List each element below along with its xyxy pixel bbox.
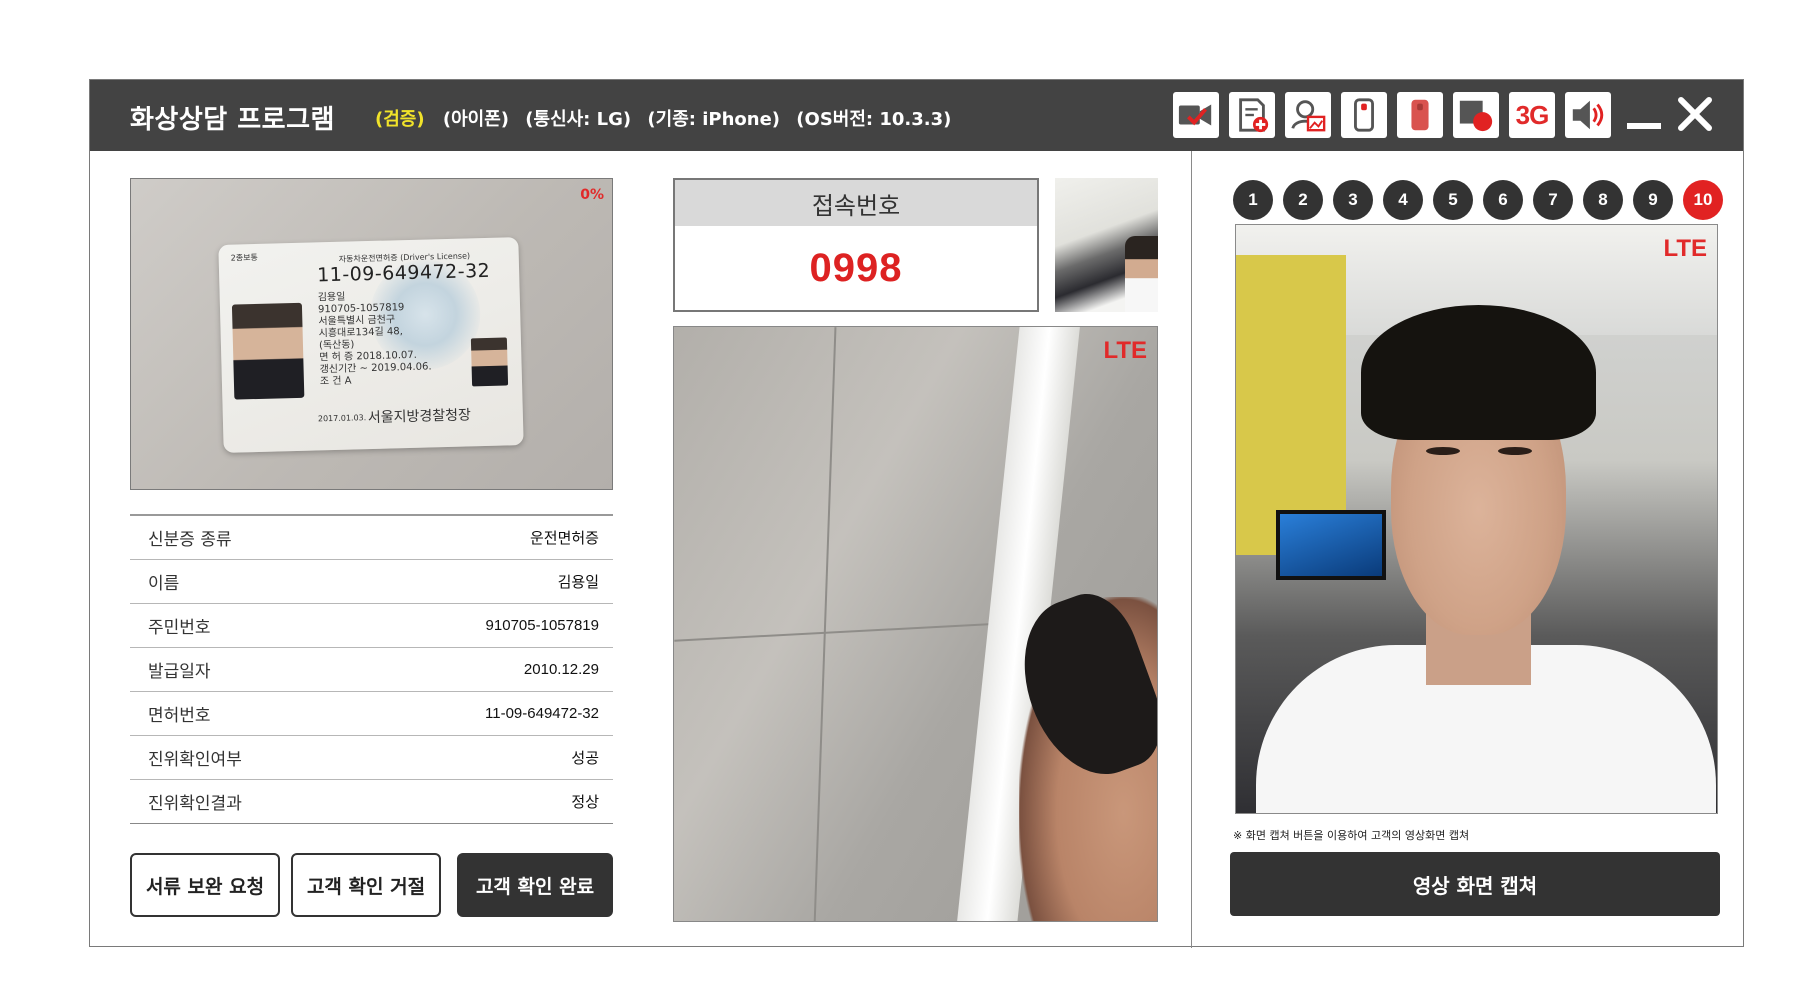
complete-customer-button[interactable]: 고객 확인 완료 [457,853,613,917]
office-monitor [1276,510,1386,580]
license-type: 2종보통 [230,252,258,263]
capture-screen-button[interactable]: 영상 화면 캡쳐 [1230,852,1720,916]
license-photo [231,302,305,400]
record-button[interactable] [1453,92,1499,138]
slot-button-2[interactable]: 2 [1283,180,1323,220]
slot-button-9[interactable]: 9 [1633,180,1673,220]
video-check-button[interactable] [1173,92,1219,138]
license-hologram-photo [470,337,509,387]
video-consult-window: 화상상담 프로그램 (검증) (아이폰) (통신사: LG) (기종: iPho… [89,79,1744,948]
info-row-id-type: 신분증 종류 운전면허증 [130,516,613,560]
info-row-verification-result: 진위확인결과 정상 [130,780,613,824]
customer-hair [1361,305,1596,440]
connection-number-box: 접속번호 0998 [673,178,1039,312]
slot-button-6[interactable]: 6 [1483,180,1523,220]
os-version-label: (OS버전: 10.3.3) [796,109,952,130]
customer-rear-camera-feed: LTE [673,326,1158,922]
slot-button-3[interactable]: 3 [1333,180,1373,220]
customer-front-camera-feed: LTE [1235,224,1718,814]
agent-image-button[interactable] [1285,92,1331,138]
driver-license-card: 2종보통 자동차운전면허증 (Driver's License) 11-09-6… [218,237,524,453]
slot-button-4[interactable]: 4 [1383,180,1423,220]
minimize-button[interactable] [1627,123,1661,129]
phone-outline-button[interactable] [1341,92,1387,138]
verify-label: (검증) [375,109,425,130]
customer-eye [1426,447,1460,455]
id-info-table: 신분증 종류 운전면허증 이름 김용일 주민번호 910705-1057819 … [130,514,613,824]
close-icon[interactable] [1675,94,1715,134]
capture-note: ※ 화면 캡쳐 버튼을 이용하여 고객의 영상화면 캡쳐 [1233,829,1470,842]
slot-button-5[interactable]: 5 [1433,180,1473,220]
model-label: (기종: iPhone) [647,109,781,130]
network-type-right: LTE [1663,235,1707,262]
agent-video-thumbnail[interactable] [1055,178,1158,312]
connection-number-label: 접속번호 [675,180,1037,226]
record-icon [1459,100,1493,132]
license-issuer: 서울지방경찰청장 [367,407,472,427]
ceiling-tile-line [813,327,837,921]
toolbar: 3G [1173,92,1611,138]
reject-customer-button[interactable]: 고객 확인 거절 [291,853,441,917]
license-details: 김용일 910705-1057819 서울특별시 금천구 시흥대로134길 48… [317,291,432,388]
phone-filled-icon [1411,99,1429,131]
speaker-button[interactable] [1565,92,1611,138]
info-row-name: 이름 김용일 [130,560,613,604]
phone-outline-icon [1354,98,1374,132]
carrier-label: (통신사: LG) [525,109,632,130]
info-row-verification-status: 진위확인여부 성공 [130,736,613,780]
speaker-icon [1572,100,1604,130]
document-add-icon [1239,98,1269,133]
slot-button-7[interactable]: 7 [1533,180,1573,220]
device-info: (검증) (아이폰) (통신사: LG) (기종: iPhone) (OS버전:… [375,105,961,131]
phone-filled-button[interactable] [1397,92,1443,138]
document-add-button[interactable] [1229,92,1275,138]
request-docs-button[interactable]: 서류 보완 요청 [130,853,280,917]
info-row-issue-date: 발급일자 2010.12.29 [130,648,613,692]
network-type-mid: LTE [1103,337,1147,364]
app-title: 화상상담 프로그램 [130,105,335,135]
network-3g-button[interactable]: 3G [1509,92,1555,138]
device-label: (아이폰) [442,109,509,130]
license-number: 11-09-649472-32 [316,259,491,287]
agent-figure [1125,236,1158,312]
3g-icon: 3G [1515,99,1550,130]
id-card-image: 0% 2종보통 자동차운전면허증 (Driver's License) 11-0… [130,178,613,490]
slot-button-1[interactable]: 1 [1233,180,1273,220]
slot-button-10[interactable]: 10 [1683,180,1723,220]
panel-divider [1191,151,1192,948]
video-check-icon [1178,104,1212,126]
connection-number-value: 0998 [809,245,903,290]
agent-image-icon [1291,100,1326,132]
slot-button-8[interactable]: 8 [1583,180,1623,220]
title-bar: 화상상담 프로그램 (검증) (아이폰) (통신사: LG) (기종: iPho… [90,80,1743,151]
info-row-license-number: 면허번호 11-09-649472-32 [130,692,613,736]
capture-slot-selector: 1 2 3 4 5 6 7 8 9 10 [1233,180,1723,220]
match-percent: 0% [580,187,604,203]
customer-eye [1498,447,1532,455]
info-row-resident-number: 주민번호 910705-1057819 [130,604,613,648]
license-issue-date: 2017.01.03. [317,413,367,424]
